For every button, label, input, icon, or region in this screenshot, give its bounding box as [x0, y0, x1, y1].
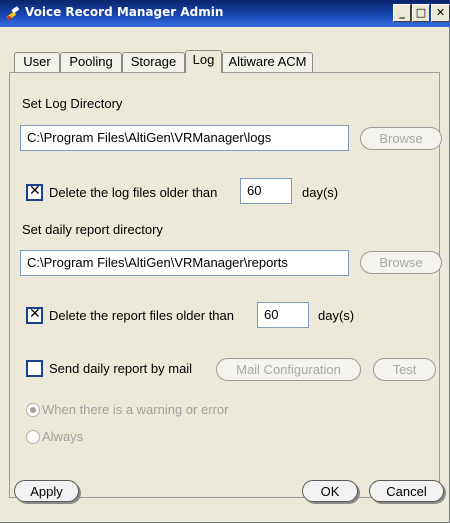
- send-report-mail-checkbox[interactable]: [26, 360, 43, 377]
- delete-reports-days-input[interactable]: 60: [257, 302, 309, 328]
- delete-reports-unit: day(s): [318, 308, 355, 323]
- log-browse-button[interactable]: Browse: [360, 127, 442, 150]
- close-button[interactable]: ✕: [431, 4, 450, 22]
- delete-reports-checkbox[interactable]: [26, 306, 43, 324]
- radio-warning-or-error-label: When there is a warning or error: [42, 402, 229, 417]
- minimize-button[interactable]: _: [393, 4, 411, 22]
- maximize-button[interactable]: □: [412, 4, 430, 22]
- radio-always-label: Always: [42, 429, 84, 444]
- mail-configuration-button[interactable]: Mail Configuration: [216, 358, 361, 381]
- tab-altiware-acm[interactable]: Altiware ACM: [222, 52, 313, 72]
- app-icon: [6, 5, 22, 21]
- report-browse-button[interactable]: Browse: [360, 251, 442, 274]
- apply-button[interactable]: Apply: [14, 480, 79, 502]
- window-title: Voice Record Manager Admin: [25, 5, 224, 19]
- maximize-icon: □: [415, 6, 427, 19]
- radio-warning-or-error[interactable]: [26, 403, 40, 417]
- log-directory-input[interactable]: C:\Program Files\AltiGen\VRManager\logs: [20, 125, 349, 151]
- delete-logs-checkbox[interactable]: [26, 183, 43, 201]
- title-bar[interactable]: Voice Record Manager Admin _ □ ✕: [0, 0, 450, 27]
- delete-logs-days-input[interactable]: 60: [240, 178, 292, 204]
- tab-pooling[interactable]: Pooling: [60, 52, 122, 72]
- send-report-mail-label: Send daily report by mail: [49, 361, 193, 376]
- delete-logs-unit: day(s): [302, 185, 339, 200]
- delete-reports-label: Delete the report files older than: [49, 308, 234, 323]
- ok-button[interactable]: OK: [302, 480, 358, 502]
- admin-window: Voice Record Manager Admin _ □ ✕ User Po…: [0, 0, 450, 523]
- test-button[interactable]: Test: [373, 358, 436, 381]
- log-directory-label: Set Log Directory: [22, 96, 123, 111]
- report-directory-label: Set daily report directory: [22, 222, 163, 237]
- radio-always[interactable]: [26, 430, 40, 444]
- tab-user[interactable]: User: [14, 52, 60, 72]
- cancel-button[interactable]: Cancel: [369, 480, 444, 502]
- tab-log[interactable]: Log: [185, 50, 222, 73]
- minimize-icon: _: [399, 6, 405, 19]
- delete-logs-label: Delete the log files older than: [49, 185, 218, 200]
- close-icon: ✕: [435, 6, 446, 19]
- report-directory-input[interactable]: C:\Program Files\AltiGen\VRManager\repor…: [20, 250, 349, 276]
- tab-storage[interactable]: Storage: [122, 52, 185, 72]
